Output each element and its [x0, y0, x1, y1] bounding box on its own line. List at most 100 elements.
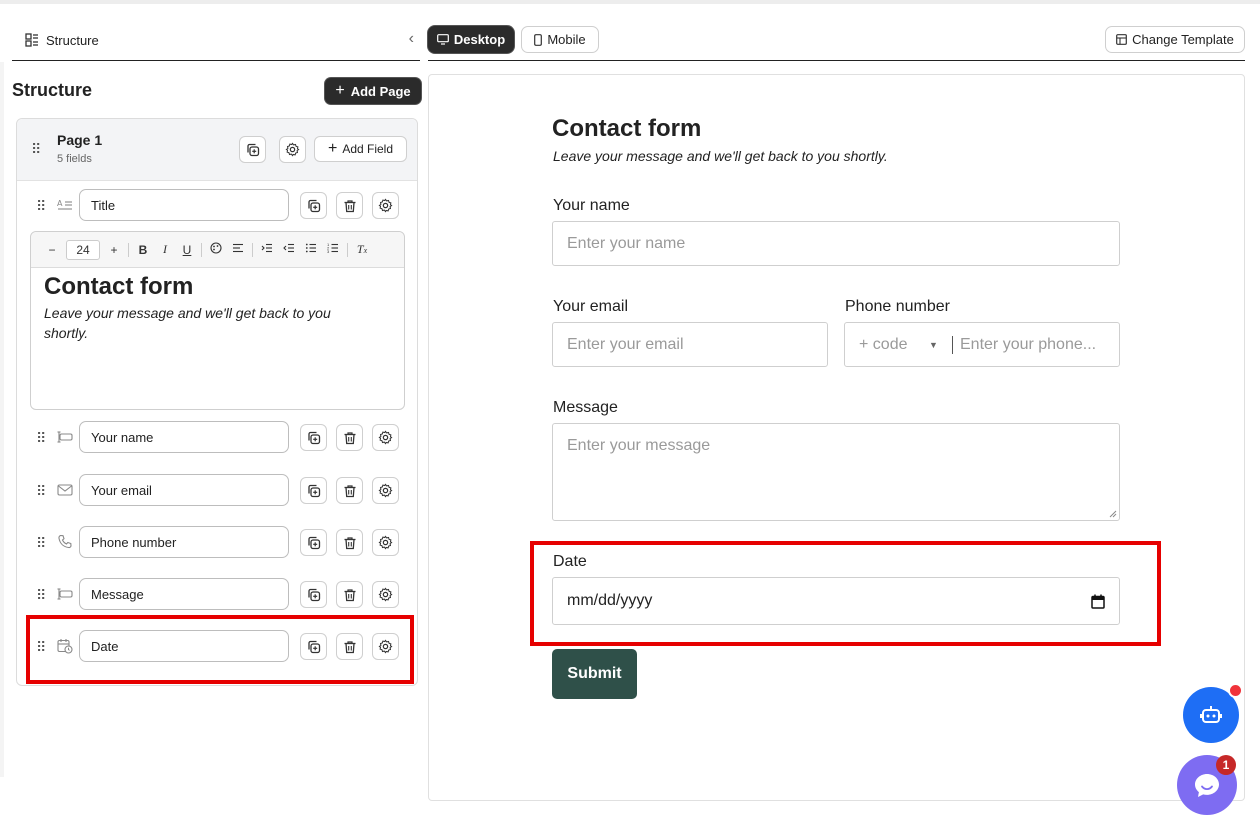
- structure-header-label: Structure: [46, 32, 99, 48]
- email-input[interactable]: Enter your email: [552, 322, 828, 367]
- field-label-input[interactable]: Phone number: [79, 526, 289, 558]
- numbered-list-icon[interactable]: 123: [322, 242, 344, 257]
- change-template-label: Change Template: [1132, 32, 1234, 47]
- drag-handle-icon[interactable]: ⠿: [36, 536, 46, 550]
- delete-field-button[interactable]: [336, 477, 363, 504]
- field-row: ⠿ Phone number: [17, 526, 417, 560]
- field-row-title: ⠿ A Title: [17, 189, 417, 223]
- field-settings-button[interactable]: [372, 529, 399, 556]
- editor-subheading: Leave your message and we'll get back to…: [44, 305, 331, 341]
- text-input-icon: [57, 431, 73, 443]
- delete-field-button[interactable]: [336, 192, 363, 219]
- chevron-down-icon: ▼: [929, 339, 938, 350]
- trash-icon: [344, 431, 355, 444]
- gear-icon: [378, 587, 393, 602]
- message-textarea[interactable]: Enter your message: [552, 423, 1120, 521]
- title-field-input[interactable]: Title: [79, 189, 289, 221]
- svg-text:A: A: [57, 199, 63, 208]
- form-subtitle: Leave your message and we'll get back to…: [553, 148, 888, 164]
- palette-icon[interactable]: [205, 242, 227, 257]
- field-row: ⠿ Message: [17, 578, 417, 612]
- drag-handle-icon[interactable]: ⠿: [31, 142, 41, 156]
- field-settings-button[interactable]: [372, 477, 399, 504]
- collapse-panel-icon[interactable]: ‹: [409, 30, 414, 48]
- tab-mobile[interactable]: Mobile: [521, 26, 599, 53]
- chat-unread-badge: 1: [1216, 755, 1236, 775]
- rich-text-editor[interactable]: − 24 + B I U 123 Tx Contact form Leave y…: [30, 231, 405, 410]
- monitor-icon: [436, 34, 449, 45]
- template-icon: [1116, 34, 1128, 45]
- country-code-value: + code: [859, 335, 908, 353]
- change-template-button[interactable]: Change Template: [1105, 26, 1245, 53]
- structure-panel-header: Structure ‹: [12, 20, 420, 61]
- field-label-input[interactable]: Message: [79, 578, 289, 610]
- add-page-button[interactable]: + Add Page: [325, 78, 421, 104]
- italic-icon[interactable]: I: [154, 242, 176, 257]
- outdent-icon[interactable]: [278, 242, 300, 257]
- page-name: Page 1: [57, 132, 103, 148]
- bullet-list-icon[interactable]: [300, 242, 322, 257]
- duplicate-field-button[interactable]: [300, 529, 327, 556]
- field-label-input[interactable]: Your email: [79, 474, 289, 506]
- drag-handle-icon[interactable]: ⠿: [36, 588, 46, 602]
- editor-toolbar: − 24 + B I U 123 Tx: [31, 232, 404, 268]
- duplicate-page-button[interactable]: [239, 136, 266, 163]
- add-field-button[interactable]: + Add Field: [314, 136, 407, 162]
- heading-text-icon: A: [57, 199, 72, 210]
- chat-bubble-icon: [1195, 774, 1219, 797]
- resize-handle-icon[interactable]: [1109, 510, 1117, 518]
- delete-field-button[interactable]: [336, 529, 363, 556]
- phone-input-group: + code ▼ Enter your phone...: [844, 322, 1120, 367]
- field-label-input[interactable]: Your name: [79, 421, 289, 453]
- trash-icon: [344, 536, 355, 549]
- field-settings-button[interactable]: [372, 424, 399, 451]
- gear-icon: [378, 535, 393, 550]
- plus-icon: +: [335, 82, 345, 99]
- scrollbar[interactable]: [1252, 62, 1260, 822]
- notification-dot: [1228, 683, 1243, 698]
- submit-button[interactable]: Submit: [552, 649, 637, 699]
- gear-icon: [378, 198, 393, 213]
- svg-text:3: 3: [327, 249, 330, 254]
- delete-field-button[interactable]: [336, 424, 363, 451]
- decrease-size-button[interactable]: −: [41, 243, 63, 257]
- tab-desktop[interactable]: Desktop: [428, 26, 514, 53]
- duplicate-field-button[interactable]: [300, 192, 327, 219]
- top-divider: [0, 0, 1260, 4]
- add-field-label: Add Field: [342, 142, 394, 156]
- toolbar-divider: [201, 242, 202, 257]
- gear-icon: [285, 142, 300, 157]
- highlight-date-row: [26, 615, 414, 684]
- name-input[interactable]: Enter your name: [552, 221, 1120, 266]
- drag-handle-icon[interactable]: ⠿: [36, 431, 46, 445]
- text-input-icon: [57, 588, 73, 600]
- indent-icon[interactable]: [256, 242, 278, 257]
- plus-icon: +: [327, 140, 338, 157]
- field-settings-button[interactable]: [372, 581, 399, 608]
- copy-icon: [307, 199, 320, 212]
- copy-icon: [307, 588, 320, 601]
- phone-input[interactable]: Enter your phone...: [953, 336, 1096, 354]
- bold-icon[interactable]: B: [132, 243, 154, 257]
- delete-field-button[interactable]: [336, 581, 363, 608]
- drag-handle-icon[interactable]: ⠿: [36, 484, 46, 498]
- duplicate-field-button[interactable]: [300, 581, 327, 608]
- font-size-input[interactable]: 24: [66, 239, 100, 260]
- underline-icon[interactable]: U: [176, 243, 198, 257]
- clear-format-icon[interactable]: Tx: [351, 242, 373, 257]
- duplicate-field-button[interactable]: [300, 477, 327, 504]
- country-code-select[interactable]: + code ▼: [845, 323, 952, 366]
- increase-size-button[interactable]: +: [103, 243, 125, 257]
- page-settings-button[interactable]: [279, 136, 306, 163]
- toolbar-divider: [252, 242, 253, 257]
- copy-icon: [307, 484, 320, 497]
- phone-icon: [58, 534, 72, 549]
- align-icon[interactable]: [227, 242, 249, 257]
- structure-title: Structure: [12, 80, 93, 100]
- drag-handle-icon[interactable]: ⠿: [36, 199, 46, 213]
- gear-icon: [378, 483, 393, 498]
- field-settings-button[interactable]: [372, 192, 399, 219]
- duplicate-field-button[interactable]: [300, 424, 327, 451]
- tab-desktop-label: Desktop: [453, 32, 506, 47]
- trash-icon: [344, 484, 355, 497]
